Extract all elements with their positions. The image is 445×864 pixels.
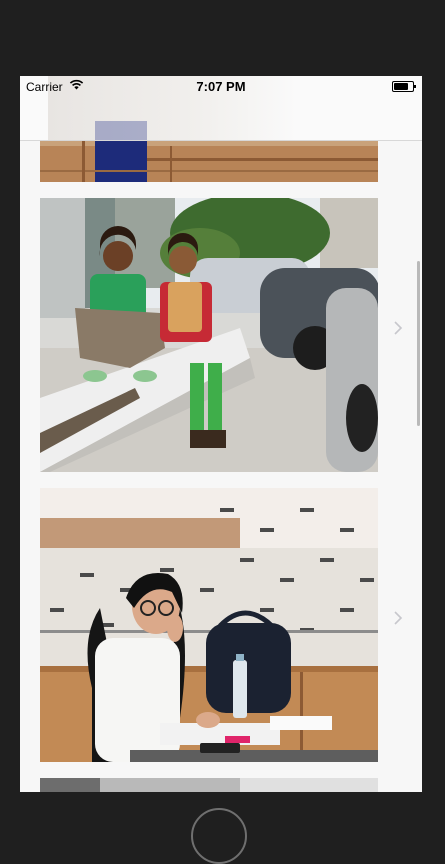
chevron-right-icon (394, 321, 403, 335)
list-item[interactable] (20, 472, 422, 762)
clock-time: 7:07 PM (196, 79, 246, 94)
navbar-blur-tint (95, 121, 147, 140)
partial-photo-top (40, 140, 378, 182)
home-button[interactable] (191, 808, 247, 864)
list-item[interactable] (20, 762, 422, 792)
scroll-indicator[interactable] (417, 261, 420, 426)
photo-woman-studying-at-table (40, 488, 378, 762)
list-item[interactable] (20, 182, 422, 472)
partial-photo-bottom (40, 778, 378, 792)
chevron-right-icon (394, 611, 403, 625)
app-screen: Carrier 7:07 PM (20, 76, 422, 792)
photo-kids-sitting-on-curb (40, 198, 378, 472)
device-frame: Carrier 7:07 PM (0, 0, 445, 864)
status-bar: Carrier 7:07 PM (20, 76, 422, 96)
battery-icon (392, 81, 416, 92)
photo-list[interactable] (20, 76, 422, 792)
